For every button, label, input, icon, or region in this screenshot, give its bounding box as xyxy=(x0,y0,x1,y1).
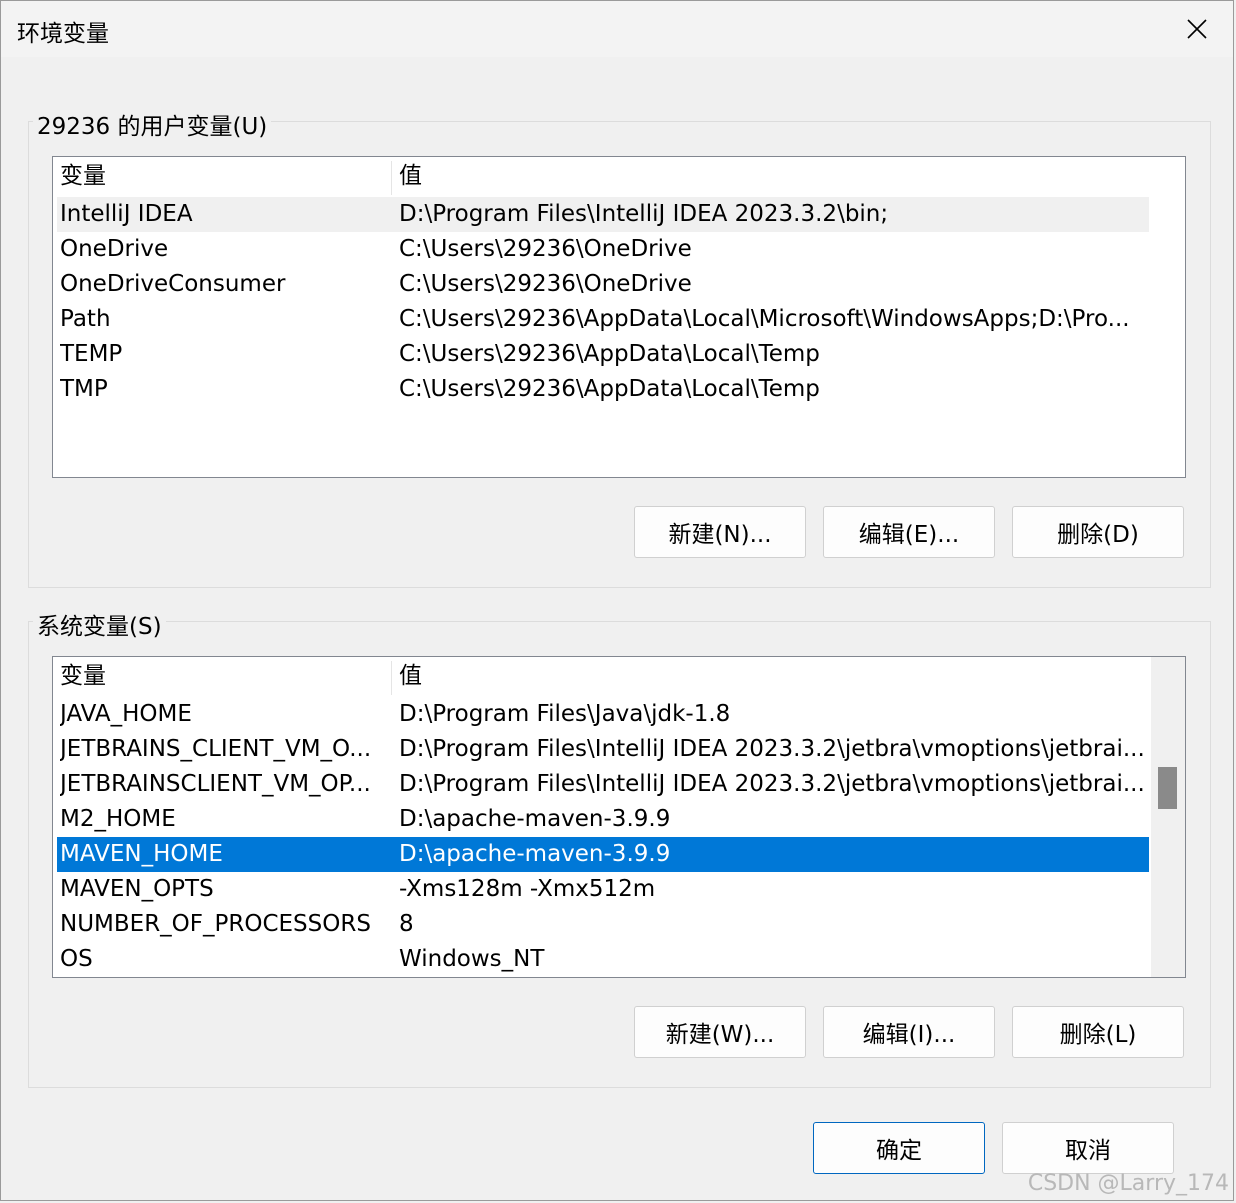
variable-value-cell: D:\apache-maven-3.9.9 xyxy=(399,841,671,867)
variable-name-cell: Path xyxy=(60,306,111,332)
variable-name-cell: TEMP xyxy=(60,341,123,367)
system-list-header: 变量 值 xyxy=(53,657,1145,697)
user-variables-list[interactable]: 变量 值 IntelliJ IDEA D:\Program Files\Intel… xyxy=(52,156,1186,478)
variable-value-cell: Windows_NT xyxy=(399,946,545,972)
system-new-button[interactable]: 新建(W)... xyxy=(634,1006,806,1058)
cancel-button[interactable]: 取消 xyxy=(1002,1122,1174,1174)
user-list-header: 变量 值 xyxy=(53,157,1145,197)
user-new-button[interactable]: 新建(N)... xyxy=(634,506,806,558)
window-title: 环境变量 xyxy=(17,21,109,47)
variable-name-cell: OneDrive xyxy=(60,236,169,262)
table-row[interactable]: OneDrive C:\Users\29236\OneDrive xyxy=(57,232,1149,267)
column-header-value[interactable]: 值 xyxy=(399,659,422,694)
system-edit-button[interactable]: 编辑(I)... xyxy=(823,1006,995,1058)
table-row[interactable]: M2_HOME D:\apache-maven-3.9.9 xyxy=(57,802,1149,837)
variable-value-cell: C:\Users\29236\OneDrive xyxy=(399,271,692,297)
variable-value-cell: D:\Program Files\IntelliJ IDEA 2023.3.2\… xyxy=(399,736,1145,762)
table-row[interactable]: JETBRAINS_CLIENT_VM_O... D:\Program Files… xyxy=(57,732,1149,767)
variable-value-cell: C:\Users\29236\OneDrive xyxy=(399,236,692,262)
table-row[interactable]: OneDriveConsumer C:\Users\29236\OneDrive xyxy=(57,267,1149,302)
column-header-variable[interactable]: 变量 xyxy=(60,659,106,694)
table-row[interactable]: TEMP C:\Users\29236\AppData\Local\Temp xyxy=(57,337,1149,372)
column-separator[interactable] xyxy=(391,661,392,695)
close-icon xyxy=(1187,19,1207,39)
table-row[interactable]: NUMBER_OF_PROCESSORS 8 xyxy=(57,907,1149,942)
user-variables-label: 29236 的用户变量(U) xyxy=(33,107,272,141)
watermark: CSDN @Larry_174 xyxy=(1027,1171,1229,1196)
table-row[interactable]: JAVA_HOME D:\Program Files\Java\jdk-1.8 xyxy=(57,697,1149,732)
variable-name-cell: OS xyxy=(60,946,93,972)
variable-name-cell: OneDriveConsumer xyxy=(60,271,286,297)
column-separator[interactable] xyxy=(391,161,392,195)
variable-value-cell: C:\Users\29236\AppData\Local\Microsoft\W… xyxy=(399,306,1130,332)
variable-name-cell: JETBRAINS_CLIENT_VM_O... xyxy=(60,736,372,762)
table-row[interactable]: MAVEN_OPTS -Xms128m -Xmx512m xyxy=(57,872,1149,907)
column-header-value[interactable]: 值 xyxy=(399,159,422,194)
table-row[interactable]: OS Windows_NT xyxy=(57,942,1149,977)
scrollbar-thumb[interactable] xyxy=(1158,767,1177,809)
table-row[interactable]: MAVEN_HOME D:\apache-maven-3.9.9 xyxy=(57,837,1149,872)
ok-button[interactable]: 确定 xyxy=(813,1122,985,1174)
environment-variables-dialog: 环境变量 29236 的用户变量(U) 变量 值 IntelliJ IDEA D:… xyxy=(0,0,1234,1201)
table-row[interactable]: IntelliJ IDEA D:\Program Files\IntelliJ I… xyxy=(57,197,1149,232)
variable-value-cell: -Xms128m -Xmx512m xyxy=(399,876,656,902)
variable-value-cell: 8 xyxy=(399,911,414,937)
variable-name-cell: TMP xyxy=(60,376,108,402)
variable-value-cell: D:\Program Files\Java\jdk-1.8 xyxy=(399,701,731,727)
variable-name-cell: IntelliJ IDEA xyxy=(60,201,193,227)
variable-value-cell: D:\apache-maven-3.9.9 xyxy=(399,806,671,832)
variable-value-cell: C:\Users\29236\AppData\Local\Temp xyxy=(399,376,820,402)
close-button[interactable] xyxy=(1161,1,1233,57)
variable-value-cell: C:\Users\29236\AppData\Local\Temp xyxy=(399,341,820,367)
variable-name-cell: MAVEN_OPTS xyxy=(60,876,214,902)
system-variables-label: 系统变量(S) xyxy=(33,607,166,641)
table-row[interactable]: TMP C:\Users\29236\AppData\Local\Temp xyxy=(57,372,1149,407)
variable-name-cell: M2_HOME xyxy=(60,806,176,832)
variable-value-cell: D:\Program Files\IntelliJ IDEA 2023.3.2\… xyxy=(399,201,889,227)
table-row[interactable]: Path C:\Users\29236\AppData\Local\Microso… xyxy=(57,302,1149,337)
variable-value-cell: D:\Program Files\IntelliJ IDEA 2023.3.2\… xyxy=(399,771,1145,797)
system-delete-button[interactable]: 删除(L) xyxy=(1012,1006,1184,1058)
system-list-scrollbar[interactable] xyxy=(1151,657,1185,977)
variable-name-cell: JAVA_HOME xyxy=(60,701,192,727)
title-bar: 环境变量 xyxy=(1,1,1233,57)
variable-name-cell: NUMBER_OF_PROCESSORS xyxy=(60,911,371,937)
variable-name-cell: MAVEN_HOME xyxy=(60,841,223,867)
user-delete-button[interactable]: 删除(D) xyxy=(1012,506,1184,558)
variable-name-cell: JETBRAINSCLIENT_VM_OP... xyxy=(60,771,371,797)
table-row[interactable]: JETBRAINSCLIENT_VM_OP... D:\Program Files… xyxy=(57,767,1149,802)
column-header-variable[interactable]: 变量 xyxy=(60,159,106,194)
system-variables-list[interactable]: 变量 值 JAVA_HOME D:\Program Files\Java\jdk-… xyxy=(52,656,1186,978)
user-edit-button[interactable]: 编辑(E)... xyxy=(823,506,995,558)
